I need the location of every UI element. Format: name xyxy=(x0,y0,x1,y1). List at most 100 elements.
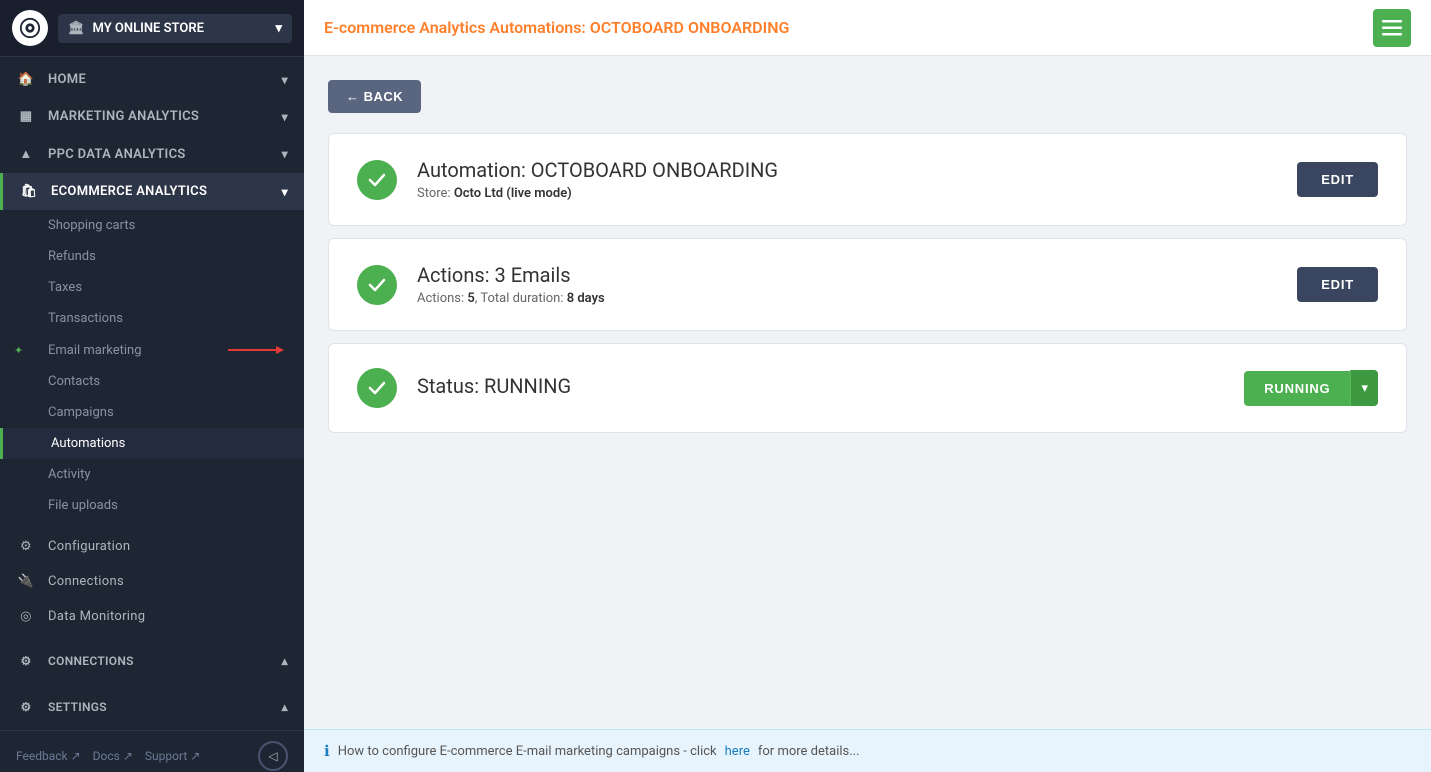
footer-nav-icon[interactable]: ◁ xyxy=(258,741,288,771)
connections-icon: 🔌 xyxy=(16,574,36,589)
sidebar-item-activity[interactable]: Activity xyxy=(0,459,304,490)
sidebar-item-configuration[interactable]: ⚙ Configuration xyxy=(0,529,304,564)
automation-store-value: Octo Ltd (live mode) xyxy=(454,186,572,201)
info-text-before: How to configure E-commerce E-mail marke… xyxy=(338,744,717,759)
info-icon: ℹ xyxy=(324,742,330,760)
automation-card: Automation: OCTOBOARD ONBOARDING Store: … xyxy=(328,133,1407,226)
content-area: ← BACK Automation: OCTOBOARD ONBOARDING … xyxy=(304,56,1431,729)
automation-subtitle-prefix: Store: xyxy=(417,186,454,201)
actions-count: 5 xyxy=(467,291,474,306)
running-dropdown-button[interactable]: ▾ xyxy=(1350,370,1378,406)
marketing-icon: ▦ xyxy=(16,109,36,124)
status-card: Status: RUNNING RUNNING ▾ xyxy=(328,343,1407,433)
ecommerce-icon: 🛍 xyxy=(19,184,39,199)
sidebar-item-shopping-carts[interactable]: Shopping carts xyxy=(0,210,304,241)
sidebar-item-ecommerce[interactable]: 🛍 ECOMMERCE ANALYTICS ▾ xyxy=(0,173,304,210)
top-bar: E-commerce Analytics Automations: OCTOBO… xyxy=(304,0,1431,56)
page-title-prefix: E-commerce Analytics Automations: xyxy=(324,18,590,37)
sidebar-item-ecommerce-label: ECOMMERCE ANALYTICS xyxy=(51,184,207,199)
sidebar-item-data-monitoring[interactable]: ◎ Data Monitoring xyxy=(0,599,304,634)
docs-link[interactable]: Docs ↗ xyxy=(93,749,133,763)
running-button[interactable]: RUNNING xyxy=(1244,371,1350,406)
shopping-carts-label: Shopping carts xyxy=(48,218,135,233)
taxes-label: Taxes xyxy=(48,280,82,295)
store-chevron-icon: ▾ xyxy=(275,21,282,36)
main-content: E-commerce Analytics Automations: OCTOBO… xyxy=(304,0,1431,772)
automation-edit-button[interactable]: EDIT xyxy=(1297,162,1378,197)
store-selector[interactable]: 🏛 MY ONLINE STORE ▾ xyxy=(58,14,292,43)
running-btn-group: RUNNING ▾ xyxy=(1244,370,1378,406)
sidebar-item-settings[interactable]: ⚙ SETTINGS ▴ xyxy=(0,688,304,726)
sidebar-footer: Feedback ↗ Docs ↗ Support ↗ ◁ xyxy=(0,730,304,772)
file-uploads-label: File uploads xyxy=(48,498,118,513)
info-bar: ℹ How to configure E-commerce E-mail mar… xyxy=(304,729,1431,772)
actions-card-content: Actions: 3 Emails Actions: 5, Total dura… xyxy=(417,263,1297,306)
status-icon xyxy=(357,368,397,408)
sidebar-item-connections-section[interactable]: ⚙ CONNECTIONS ▴ xyxy=(0,642,304,680)
connections-label: Connections xyxy=(48,574,124,589)
sidebar-item-refunds[interactable]: Refunds xyxy=(0,241,304,272)
store-label: MY ONLINE STORE xyxy=(93,21,276,36)
settings-section: ⚙ SETTINGS ▴ xyxy=(0,684,304,730)
hamburger-button[interactable] xyxy=(1373,9,1411,47)
feedback-link[interactable]: Feedback ↗ xyxy=(16,749,81,763)
sidebar-item-transactions[interactable]: Transactions xyxy=(0,303,304,334)
sidebar-item-connections[interactable]: 🔌 Connections xyxy=(0,564,304,599)
sidebar-item-marketing-label: MARKETING ANALYTICS xyxy=(48,109,199,124)
chevron-up-icon: ▴ xyxy=(282,654,288,668)
info-bar-link[interactable]: here xyxy=(725,744,750,759)
chevron-down-icon: ▾ xyxy=(282,147,288,161)
status-card-content: Status: RUNNING xyxy=(417,374,1244,402)
sidebar-item-automations[interactable]: Automations xyxy=(0,428,304,459)
actions-duration: 8 days xyxy=(567,291,605,306)
email-marketing-label: Email marketing xyxy=(48,343,142,358)
sidebar-item-home[interactable]: 🏠 HOME ▾ xyxy=(0,61,304,98)
sidebar-item-email-marketing[interactable]: ✦ Email marketing xyxy=(0,334,304,366)
refunds-label: Refunds xyxy=(48,249,96,264)
nav-section-main: 🏠 HOME ▾ ▦ MARKETING ANALYTICS ▾ ▲ PPC D… xyxy=(0,57,304,525)
sidebar-item-campaigns[interactable]: Campaigns xyxy=(0,397,304,428)
sidebar: 🏛 MY ONLINE STORE ▾ 🏠 HOME ▾ ▦ MARKETING… xyxy=(0,0,304,772)
nav-section-tools: ⚙ Configuration 🔌 Connections ◎ Data Mon… xyxy=(0,525,304,638)
connections-section-icon: ⚙ xyxy=(16,654,36,668)
chevron-up-icon: ▴ xyxy=(282,700,288,714)
settings-label: SETTINGS xyxy=(48,700,107,714)
support-link[interactable]: Support ↗ xyxy=(145,749,200,763)
actions-edit-button[interactable]: EDIT xyxy=(1297,267,1378,302)
actions-title: Actions: 3 Emails xyxy=(417,263,1297,287)
settings-icon: ⚙ xyxy=(16,700,36,714)
monitoring-icon: ◎ xyxy=(16,609,36,624)
automation-subtitle: Store: Octo Ltd (live mode) xyxy=(417,186,1297,201)
app-logo xyxy=(12,10,48,46)
automation-title: Automation: OCTOBOARD ONBOARDING xyxy=(417,158,1297,182)
activity-label: Activity xyxy=(48,467,91,482)
automation-status-icon xyxy=(357,160,397,200)
connections-section-label: CONNECTIONS xyxy=(48,654,134,668)
actions-status-icon xyxy=(357,265,397,305)
sidebar-item-contacts[interactable]: Contacts xyxy=(0,366,304,397)
actions-card: Actions: 3 Emails Actions: 5, Total dura… xyxy=(328,238,1407,331)
status-title: Status: RUNNING xyxy=(417,374,1244,398)
sidebar-item-marketing-analytics[interactable]: ▦ MARKETING ANALYTICS ▾ xyxy=(0,98,304,135)
automations-label: Automations xyxy=(51,436,125,451)
data-monitoring-label: Data Monitoring xyxy=(48,609,145,624)
actions-subtitle: Actions: 5, Total duration: 8 days xyxy=(417,291,1297,306)
transactions-label: Transactions xyxy=(48,311,123,326)
chevron-down-icon: ▾ xyxy=(282,185,288,199)
connections-section: ⚙ CONNECTIONS ▴ xyxy=(0,638,304,684)
sidebar-item-file-uploads[interactable]: File uploads xyxy=(0,490,304,521)
arrow-indicator xyxy=(228,342,288,358)
sidebar-item-ppc-label: PPC DATA ANALYTICS xyxy=(48,147,186,162)
automation-card-content: Automation: OCTOBOARD ONBOARDING Store: … xyxy=(417,158,1297,201)
store-icon: 🏛 xyxy=(68,21,85,36)
home-icon: 🏠 xyxy=(16,72,36,87)
back-button[interactable]: ← BACK xyxy=(328,80,421,113)
email-marketing-icon: ✦ xyxy=(14,344,23,357)
sidebar-item-ppc[interactable]: ▲ PPC DATA ANALYTICS ▾ xyxy=(0,135,304,173)
info-text-after: for more details... xyxy=(758,744,860,759)
page-title: E-commerce Analytics Automations: OCTOBO… xyxy=(324,18,789,37)
gear-icon: ⚙ xyxy=(16,539,36,554)
sidebar-item-taxes[interactable]: Taxes xyxy=(0,272,304,303)
sidebar-item-home-label: HOME xyxy=(48,72,86,87)
actions-subtitle-suffix: , Total duration: xyxy=(475,291,567,306)
